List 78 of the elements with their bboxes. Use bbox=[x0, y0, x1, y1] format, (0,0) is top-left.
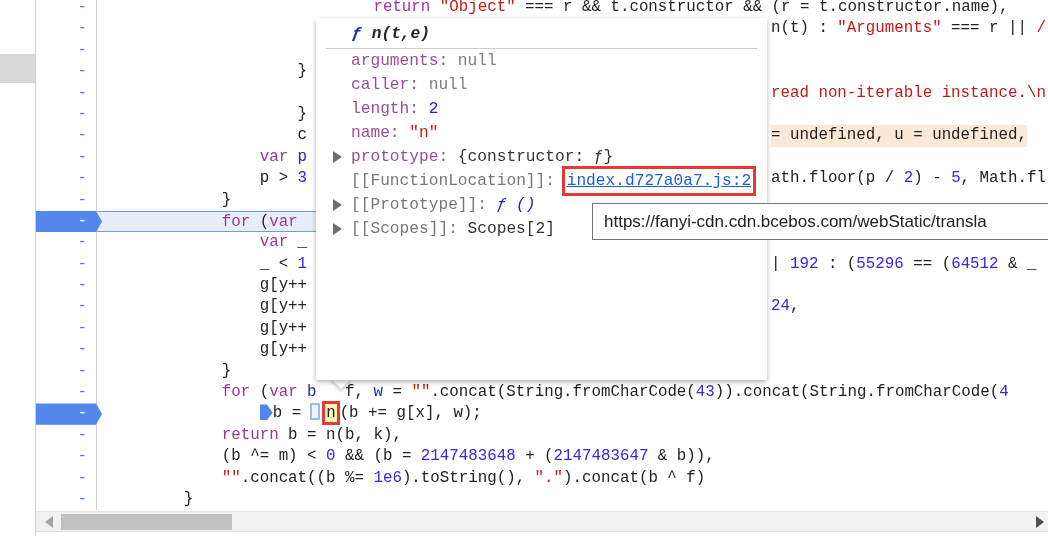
property-name: [[Scopes]]: bbox=[351, 219, 458, 240]
scrollbar-thumb[interactable] bbox=[61, 513, 232, 530]
line-marker[interactable]: - bbox=[77, 297, 87, 316]
url-tooltip: https://fanyi-cdn.cdn.bcebos.com/webStatic/transla bbox=[592, 203, 1048, 240]
expand-arrow-icon[interactable] bbox=[333, 151, 342, 163]
line-marker[interactable]: - bbox=[77, 490, 87, 508]
function-symbol: ƒ bbox=[352, 25, 362, 43]
scroll-right-icon[interactable] bbox=[1036, 515, 1044, 528]
code-text: for (var bbox=[220, 212, 298, 231]
property-value: null bbox=[457, 51, 497, 72]
code-text: b = bbox=[272, 404, 302, 423]
line-marker[interactable]: - bbox=[77, 62, 87, 81]
property-value: "n" bbox=[409, 123, 439, 144]
code-text: } bbox=[220, 190, 232, 209]
line-marker[interactable]: - bbox=[77, 190, 87, 209]
code-text: } bbox=[296, 104, 308, 123]
line-marker[interactable]: - bbox=[77, 254, 87, 273]
code-text: p > 3 bbox=[258, 169, 308, 188]
code-text: } bbox=[182, 490, 194, 508]
code-text: ath.floor(p / 2) - 5, Math.fl bbox=[771, 169, 1046, 188]
breakpoint-marker[interactable]: - bbox=[36, 210, 102, 233]
property-name: name: bbox=[351, 123, 400, 144]
expand-arrow-icon[interactable] bbox=[333, 199, 342, 211]
code-text: return "Object" === r && t.constructor && (r = t.constructor.name), bbox=[372, 0, 1009, 16]
code-text: (b += g[x], w); bbox=[339, 404, 482, 423]
highlighted-token[interactable]: n bbox=[322, 401, 340, 426]
line-marker[interactable]: - bbox=[77, 383, 87, 402]
code-text: return b = n(b, k), bbox=[220, 425, 402, 444]
line-marker[interactable]: - bbox=[77, 276, 87, 295]
breakpoint-marker[interactable]: - bbox=[36, 403, 102, 425]
code-text: } bbox=[220, 361, 232, 380]
code-text: g[y++ bbox=[258, 340, 308, 359]
property-name: prototype: bbox=[351, 147, 449, 168]
code-text: g[y++ bbox=[258, 297, 308, 316]
line-marker[interactable]: - bbox=[77, 19, 87, 38]
line-marker[interactable]: - bbox=[77, 104, 87, 123]
property-name: caller: bbox=[351, 75, 419, 96]
line-marker[interactable]: - bbox=[77, 169, 87, 188]
code-text: _ < 1 bbox=[258, 254, 308, 273]
line-marker[interactable]: - bbox=[77, 40, 87, 59]
code-text: "".concat((b %= 1e6).toString(), ".").concat(b ^ f) bbox=[220, 468, 706, 487]
code-text: var _ bbox=[258, 233, 308, 252]
code-text: var p bbox=[258, 147, 308, 166]
line-marker[interactable]: - bbox=[77, 147, 87, 166]
code-text: for (var b f, w = "".concat(String.fromCharCode(43)).concat(String.fromCharCode(4 bbox=[220, 383, 1009, 402]
code-text: g[y++ bbox=[258, 318, 308, 337]
property-value: Scopes[2] bbox=[467, 219, 555, 240]
property-name: arguments: bbox=[351, 51, 449, 72]
line-marker[interactable]: - bbox=[77, 233, 87, 252]
property-value: ƒ () bbox=[496, 195, 536, 216]
code-text: c bbox=[296, 126, 308, 145]
line-marker[interactable]: - bbox=[77, 0, 87, 16]
line-marker[interactable]: - bbox=[77, 425, 87, 444]
line-marker[interactable]: - bbox=[77, 83, 87, 102]
code-text: | 192 : (55296 == (64512 & _ bbox=[771, 254, 1037, 273]
property-value: null bbox=[428, 75, 468, 96]
line-marker[interactable]: - bbox=[77, 468, 87, 487]
horizontal-scrollbar[interactable] bbox=[36, 511, 1048, 531]
property-name: length: bbox=[351, 99, 419, 120]
code-text: (b ^= m) < 0 && (b = 2147483648 + (2147483647 & b)), bbox=[220, 447, 715, 466]
line-marker[interactable]: - bbox=[77, 340, 87, 359]
code-text: g[y++ bbox=[258, 276, 308, 295]
property-value: 2 bbox=[428, 99, 439, 120]
line-marker[interactable]: - bbox=[77, 126, 87, 145]
line-marker[interactable]: - bbox=[77, 361, 87, 380]
property-value: {constructor: ƒ} bbox=[457, 147, 614, 168]
function-signature: n(t,e) bbox=[371, 25, 430, 43]
code-text: = undefined, u = undefined, bbox=[771, 126, 1027, 145]
code-text: 24, bbox=[771, 297, 800, 316]
code-text: read non-iterable instance.\n bbox=[771, 83, 1046, 102]
line-marker[interactable]: - bbox=[77, 318, 87, 337]
source-link[interactable]: index.d727a0a7.js:2 bbox=[564, 169, 754, 193]
code-text: n(t) : "Arguments" === r || / bbox=[771, 19, 1046, 38]
expand-arrow-icon[interactable] bbox=[333, 223, 342, 235]
code-text: } bbox=[296, 62, 308, 81]
line-marker[interactable]: - bbox=[77, 447, 87, 466]
property-name: [[FunctionLocation]]: bbox=[351, 171, 555, 192]
property-name: [[Prototype]]: bbox=[351, 195, 487, 216]
